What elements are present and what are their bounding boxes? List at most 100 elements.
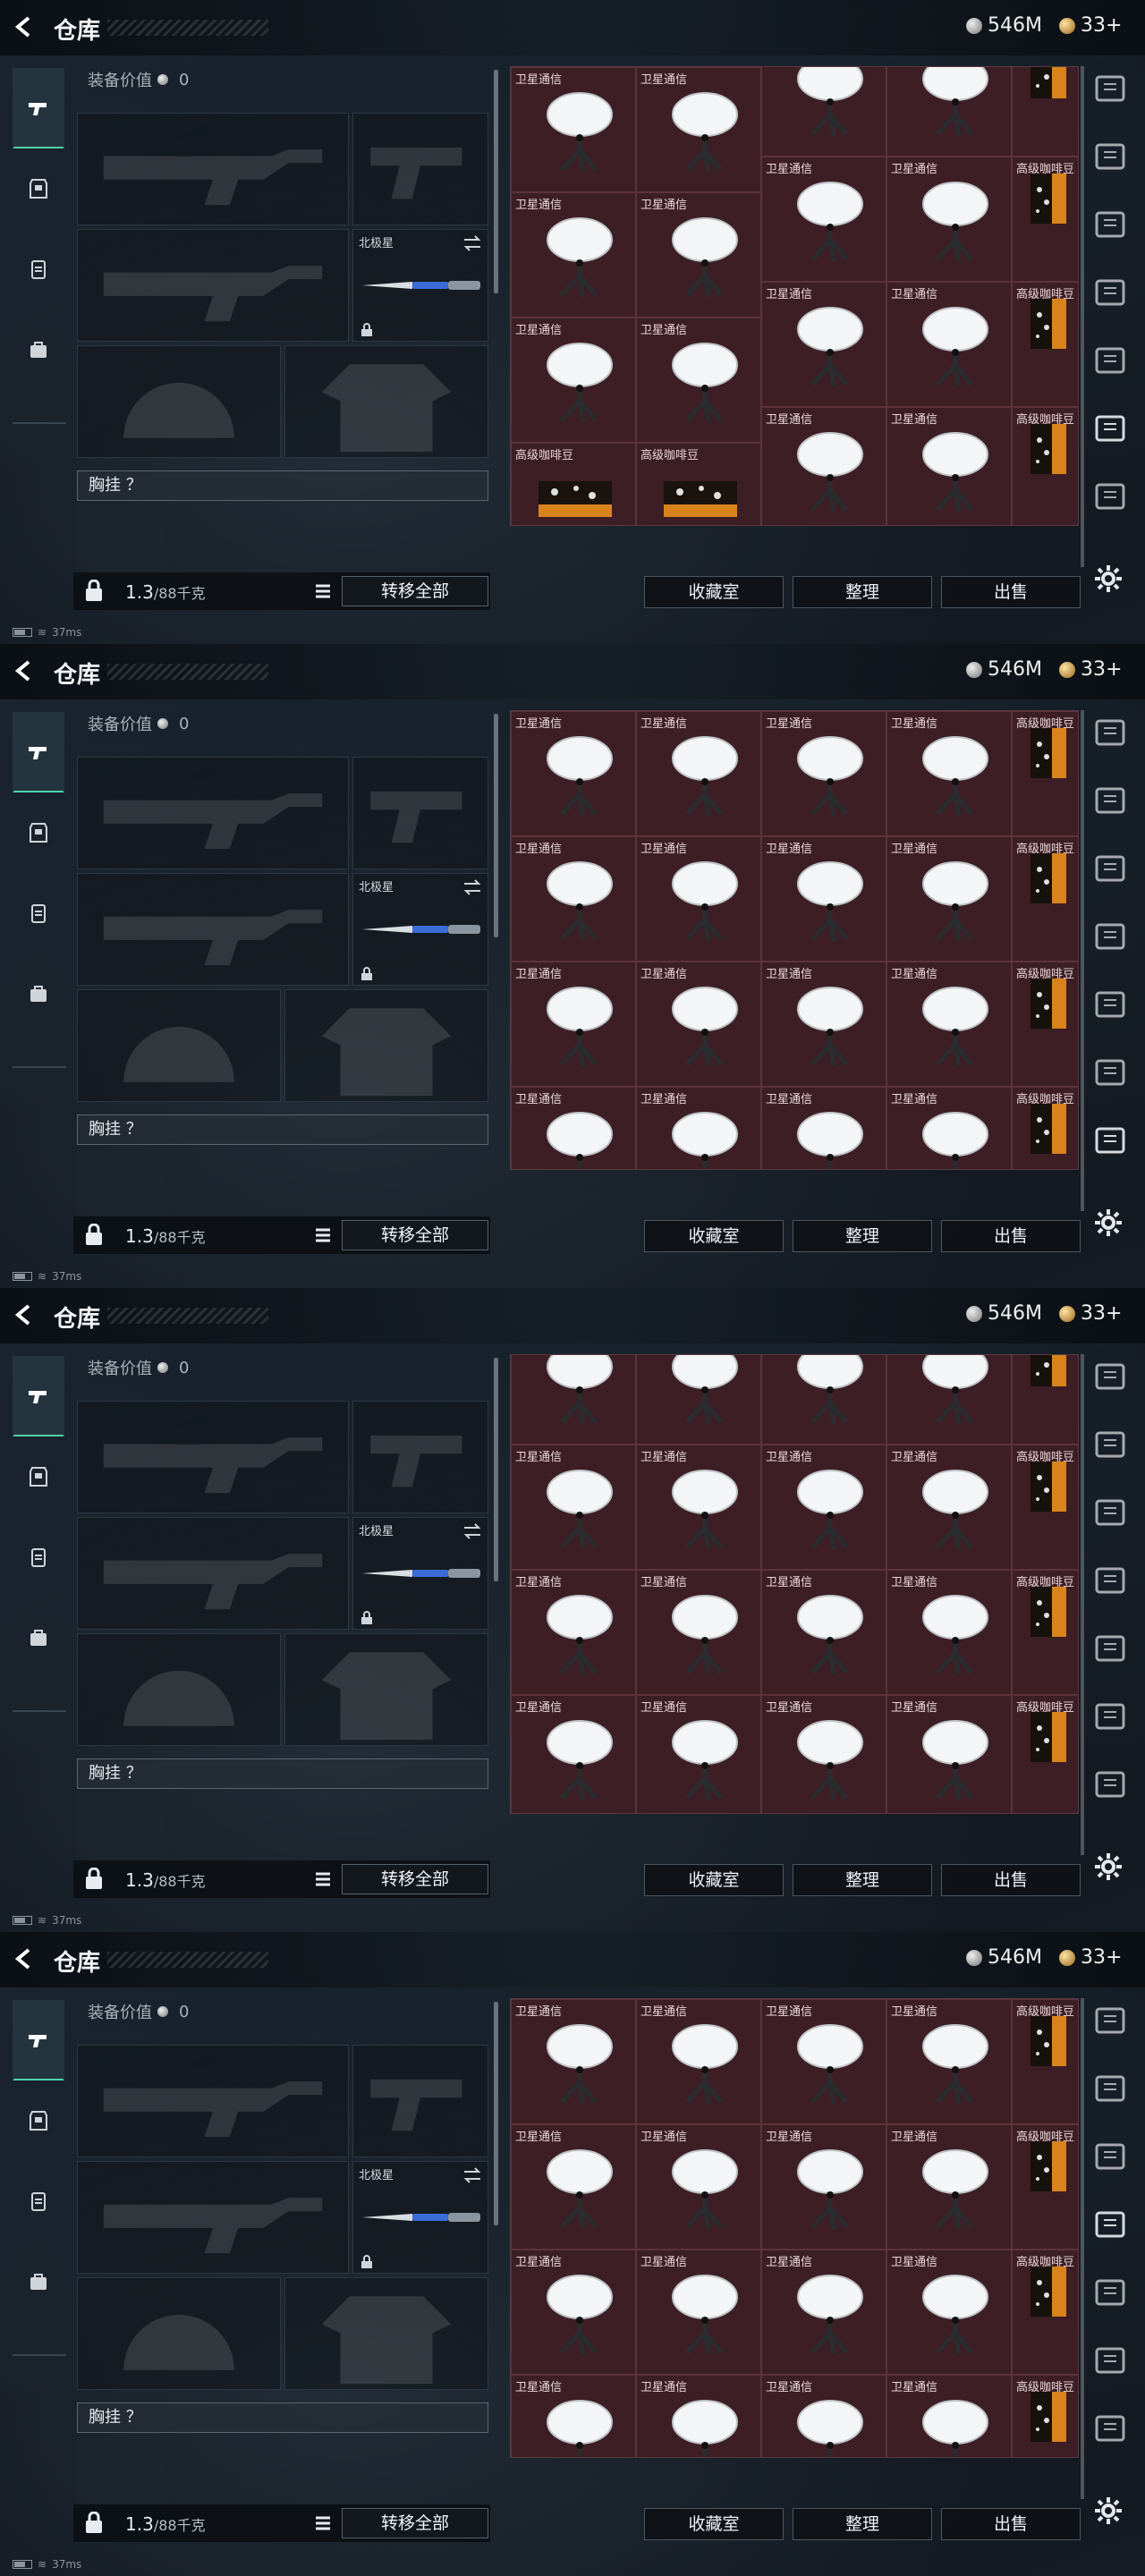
- back-arrow-icon[interactable]: [13, 1302, 38, 1327]
- stash-page-tab[interactable]: [1093, 919, 1127, 953]
- stash-item-satcom[interactable]: 卫星通信: [761, 962, 886, 1087]
- melee-slot[interactable]: 北极星: [352, 229, 488, 342]
- backpack-slot[interactable]: [77, 1792, 166, 1862]
- stash-item-coffee[interactable]: 高级咖啡豆: [1012, 2250, 1078, 2375]
- stash-item-satcom[interactable]: 卫星通信: [636, 318, 761, 443]
- stash-item-satcom[interactable]: 卫星通信: [761, 157, 886, 282]
- sidearm-slot[interactable]: [352, 1401, 488, 1513]
- stash-item-satcom[interactable]: 卫星通信: [636, 1570, 761, 1695]
- stash-item-satcom[interactable]: 卫星通信: [636, 1087, 761, 1169]
- stash-item-coffee[interactable]: 高级咖啡豆: [1012, 1570, 1078, 1695]
- stash-item-coffee[interactable]: 高级咖啡豆: [511, 443, 636, 525]
- stash-item-satcom[interactable]: 卫星通信: [886, 836, 1012, 962]
- stash-item-satcom[interactable]: 卫星通信: [511, 836, 636, 962]
- stash-item-satcom[interactable]: 卫星通信: [761, 1999, 886, 2124]
- swap-icon[interactable]: [462, 879, 482, 895]
- transfer-all-button[interactable]: 转移全部: [342, 576, 488, 606]
- stash-item-satcom[interactable]: [636, 1355, 761, 1445]
- tab-armor[interactable]: [13, 148, 64, 229]
- helmet-slot[interactable]: [77, 345, 281, 458]
- sidearm-slot[interactable]: [352, 757, 488, 869]
- primary-weapon-slot[interactable]: [77, 113, 349, 225]
- list-icon[interactable]: [313, 1225, 333, 1245]
- stash-item-satcom[interactable]: [761, 1355, 886, 1445]
- stash-item-satcom[interactable]: [886, 67, 1012, 157]
- stash-page-tab[interactable]: [1093, 1563, 1127, 1597]
- tab-armor[interactable]: [13, 792, 64, 873]
- stash-page-tab[interactable]: [1093, 72, 1127, 106]
- stash-item-satcom[interactable]: 卫星通信: [761, 282, 886, 407]
- equipment-scrollbar[interactable]: [494, 70, 498, 293]
- collection-room-button[interactable]: 收藏室: [644, 1220, 784, 1252]
- stash-item-satcom[interactable]: 卫星通信: [886, 2375, 1012, 2457]
- stash-page-tab[interactable]: [1093, 716, 1127, 750]
- body-armor-slot[interactable]: [284, 989, 488, 1102]
- gear-icon[interactable]: [1093, 1852, 1124, 1882]
- tab-backpack[interactable]: [13, 309, 64, 390]
- chest-rig-slot[interactable]: 胸挂 ？: [77, 1758, 488, 1789]
- stash-item-satcom[interactable]: 卫星通信: [636, 1445, 761, 1570]
- sort-button[interactable]: 整理: [793, 576, 932, 608]
- stash-item-satcom[interactable]: 卫星通信: [761, 407, 886, 525]
- tab-backpack[interactable]: [13, 953, 64, 1034]
- stash-item-satcom[interactable]: 卫星通信: [636, 1999, 761, 2124]
- stash-item-satcom[interactable]: 卫星通信: [511, 711, 636, 836]
- stash-page-tab[interactable]: [1093, 1767, 1127, 1801]
- stash-page-tab[interactable]: [1093, 411, 1127, 445]
- chest-rig-slot[interactable]: 胸挂 ？: [77, 1114, 488, 1145]
- tab-armor[interactable]: [13, 2080, 64, 2161]
- stash-item-coffee[interactable]: 高级咖啡豆: [1012, 1999, 1078, 2124]
- tab-rig[interactable]: [13, 2161, 64, 2241]
- stash-page-tab[interactable]: [1093, 852, 1127, 886]
- sort-button[interactable]: 整理: [793, 1220, 932, 1252]
- swap-icon[interactable]: [462, 1523, 482, 1539]
- primary-weapon-slot[interactable]: [77, 757, 349, 869]
- list-icon[interactable]: [313, 1869, 333, 1889]
- stash-item-satcom[interactable]: 卫星通信: [886, 1087, 1012, 1169]
- stash-page-tab[interactable]: [1093, 987, 1127, 1021]
- stash-item-satcom[interactable]: 卫星通信: [511, 1087, 636, 1169]
- stash-page-tab[interactable]: [1093, 2004, 1127, 2038]
- stash-item-satcom[interactable]: 卫星通信: [761, 1570, 886, 1695]
- stash-item-satcom[interactable]: 卫星通信: [886, 1999, 1012, 2124]
- stash-item-satcom[interactable]: 卫星通信: [511, 1445, 636, 1570]
- stash-item-coffee[interactable]: 高级咖啡豆: [1012, 2124, 1078, 2250]
- stash-item-satcom[interactable]: 卫星通信: [511, 2124, 636, 2250]
- stash-item-satcom[interactable]: 卫星通信: [886, 2124, 1012, 2250]
- transfer-all-button[interactable]: 转移全部: [342, 1864, 488, 1894]
- stash-page-tab[interactable]: [1093, 1360, 1127, 1394]
- tab-rig[interactable]: [13, 873, 64, 953]
- tab-rig[interactable]: [13, 1517, 64, 1597]
- stash-item-coffee[interactable]: 高级咖啡豆: [636, 443, 761, 525]
- chest-rig-slot[interactable]: 胸挂 ？: [77, 470, 488, 501]
- sort-button[interactable]: 整理: [793, 2508, 932, 2540]
- stash-scrollbar[interactable]: [1081, 1998, 1084, 2499]
- stash-page-tab[interactable]: [1093, 2072, 1127, 2106]
- stash-scrollbar[interactable]: [1081, 1354, 1084, 1855]
- stash-page-tab[interactable]: [1093, 2140, 1127, 2174]
- stash-scrollbar[interactable]: [1081, 66, 1084, 567]
- secondary-weapon-slot[interactable]: [77, 229, 349, 342]
- stash-item-satcom[interactable]: 卫星通信: [761, 711, 886, 836]
- stash-item-satcom[interactable]: 卫星通信: [636, 962, 761, 1087]
- stash-item-satcom[interactable]: 卫星通信: [886, 1570, 1012, 1695]
- stash-item-satcom[interactable]: 卫星通信: [886, 407, 1012, 525]
- sort-button[interactable]: 整理: [793, 1864, 932, 1896]
- stash-item-coffee[interactable]: 高级咖啡豆: [1012, 962, 1078, 1087]
- stash-scrollbar[interactable]: [1081, 710, 1084, 1211]
- tab-weapons[interactable]: [13, 712, 64, 792]
- melee-slot[interactable]: 北极星: [352, 873, 488, 986]
- stash-item-satcom[interactable]: 卫星通信: [636, 711, 761, 836]
- stash-page-tab[interactable]: [1093, 140, 1127, 174]
- list-icon[interactable]: [313, 2513, 333, 2533]
- stash-item-satcom[interactable]: 卫星通信: [511, 2375, 636, 2457]
- stash-item-satcom[interactable]: 卫星通信: [636, 2124, 761, 2250]
- stash-item-satcom[interactable]: [886, 1355, 1012, 1445]
- tab-weapons[interactable]: [13, 1356, 64, 1436]
- stash-item-satcom[interactable]: 卫星通信: [511, 1695, 636, 1813]
- stash-item-satcom[interactable]: 卫星通信: [511, 1570, 636, 1695]
- stash-page-tab[interactable]: [1093, 2275, 1127, 2309]
- gear-icon[interactable]: [1093, 1208, 1124, 1238]
- equipment-scrollbar[interactable]: [494, 1358, 498, 1581]
- stash-item-satcom[interactable]: 卫星通信: [761, 1087, 886, 1169]
